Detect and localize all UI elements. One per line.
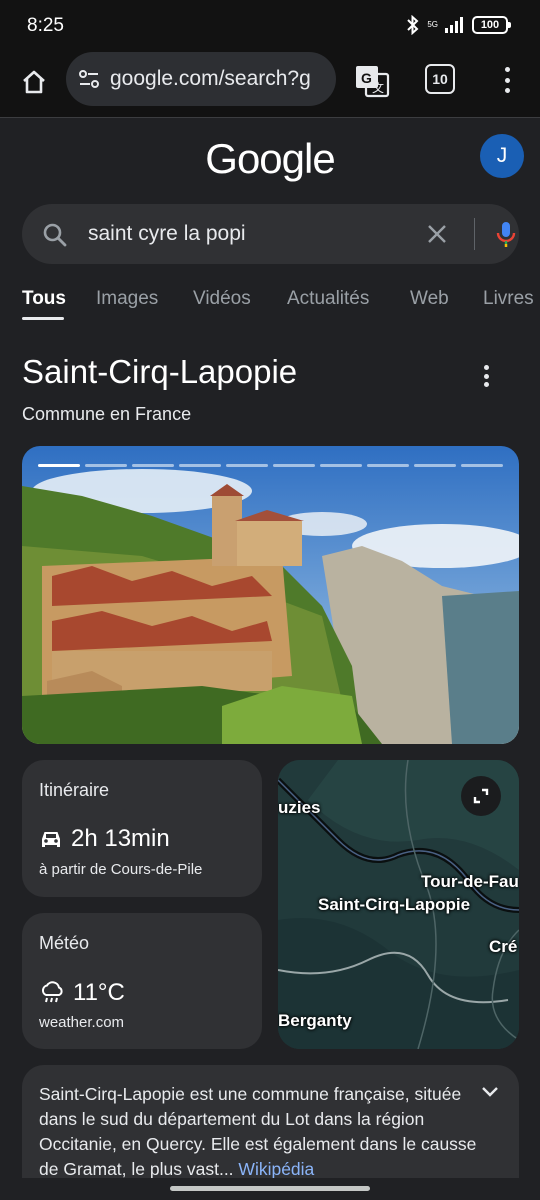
rain-cloud-icon (41, 981, 63, 1003)
home-icon (23, 70, 45, 94)
itinerary-label: Itinéraire (39, 780, 110, 800)
search-divider (474, 218, 475, 250)
status-time: 8:25 (27, 15, 64, 36)
microphone-icon[interactable] (494, 220, 518, 250)
url-text: google.com/search?g (110, 67, 311, 90)
account-avatar[interactable]: J (480, 134, 524, 178)
weather-label: Météo (39, 933, 90, 953)
status-icons: 5G 100 (405, 15, 511, 35)
svg-text:文: 文 (372, 80, 384, 95)
knowledge-panel-title: Saint-Cirq-Lapopie (22, 353, 298, 390)
map-card[interactable]: uzies Tour-de-Fau Saint-Cirq-Lapopie Cré… (278, 760, 519, 1049)
map-label-saint-cirq-lapopie: Saint-Cirq-Lapopie (318, 895, 471, 914)
home-button[interactable] (16, 64, 52, 100)
address-bar[interactable]: google.com/search?g (66, 52, 336, 106)
tab-tous[interactable]: Tous (22, 288, 66, 310)
itinerary-duration-row: 2h 13min (39, 825, 170, 853)
wikipedia-link[interactable]: Wikipédia (238, 1159, 314, 1179)
google-logo[interactable]: Google (0, 135, 540, 183)
tab-web[interactable]: Web (410, 288, 449, 310)
weather-card[interactable]: Météo 11°C weather.com (22, 913, 262, 1049)
active-tab-indicator (22, 317, 64, 320)
more-options-icon[interactable] (484, 365, 490, 387)
itinerary-duration: 2h 13min (71, 825, 170, 852)
map-label-berganty: Berganty (278, 1011, 352, 1030)
signal-icon (445, 17, 463, 33)
tab-videos[interactable]: Vidéos (193, 288, 251, 310)
chevron-down-icon[interactable] (480, 1085, 500, 1099)
svg-text:G: G (361, 70, 372, 86)
browser-toolbar: google.com/search?g G文 10 (0, 52, 540, 118)
itinerary-card[interactable]: Itinéraire 2h 13min à partir de Cours-de… (22, 760, 262, 897)
status-bar: 8:25 5G 100 (0, 0, 540, 52)
weather-temperature: 11°C (73, 979, 125, 1006)
site-settings-icon[interactable] (78, 68, 100, 90)
bluetooth-icon (407, 15, 419, 35)
expand-map-button[interactable] (461, 776, 501, 816)
expand-icon (473, 788, 489, 804)
search-tabs: Tous Images Vidéos Actualités Web Livres (22, 288, 540, 324)
description-text: Saint-Cirq-Lapopie est une commune franç… (39, 1082, 479, 1182)
tab-switcher-button[interactable]: 10 (425, 64, 455, 94)
image-carousel-indicator (38, 464, 503, 467)
map-label-uzies: uzies (278, 798, 321, 817)
weather-source: weather.com (39, 1014, 125, 1031)
overflow-menu-icon[interactable] (496, 64, 518, 96)
village-photo[interactable] (22, 446, 519, 744)
network-type: 5G (427, 20, 438, 29)
clear-icon[interactable] (426, 223, 448, 245)
car-icon (42, 832, 60, 847)
search-icon (43, 223, 67, 247)
knowledge-panel-subtitle: Commune en France (22, 404, 192, 424)
search-box[interactable]: saint cyre la popi (22, 204, 519, 264)
translate-icon[interactable]: G文 (354, 63, 390, 99)
map-label-cre: Cré (489, 937, 518, 956)
weather-temperature-row: 11°C (39, 979, 125, 1007)
tab-livres[interactable]: Livres (483, 288, 534, 310)
tab-images[interactable]: Images (96, 288, 158, 310)
navigation-bar (0, 1178, 540, 1200)
search-input[interactable]: saint cyre la popi (88, 222, 246, 246)
tab-actualites[interactable]: Actualités (287, 288, 369, 310)
description-ellipsis: ... (218, 1159, 234, 1179)
map-label-tour-de-faure: Tour-de-Fau (421, 872, 519, 891)
battery-icon: 100 (472, 16, 511, 34)
gesture-handle[interactable] (170, 1186, 370, 1191)
itinerary-origin: à partir de Cours-de-Pile (39, 861, 203, 878)
